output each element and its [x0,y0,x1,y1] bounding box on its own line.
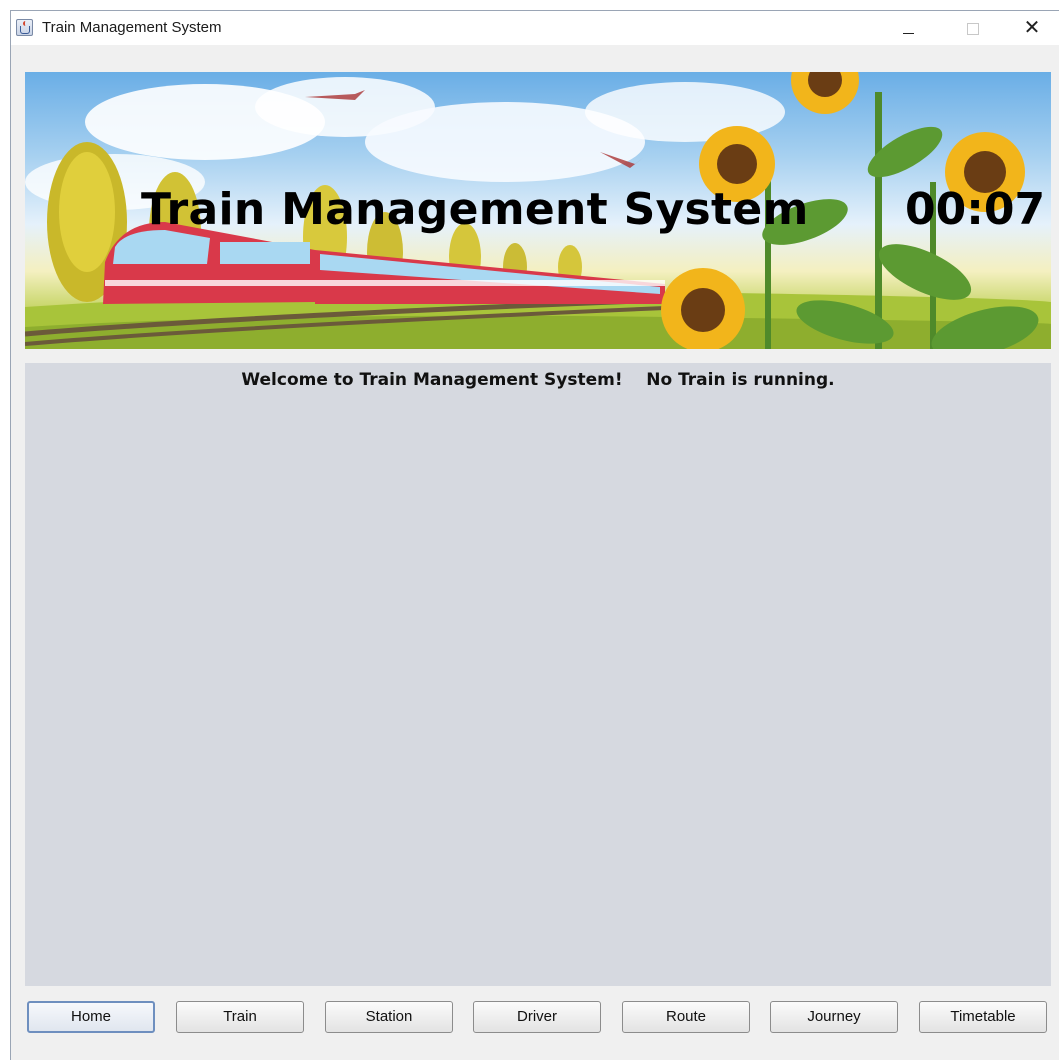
driver-button[interactable]: Driver [473,1001,601,1033]
minimize-icon [903,33,914,34]
title-bar[interactable]: Train Management System ✕ [11,11,1059,45]
minimize-button[interactable] [885,11,931,45]
close-icon: ✕ [1023,17,1041,39]
timetable-button[interactable]: Timetable [919,1001,1047,1033]
java-app-icon[interactable] [16,19,33,36]
banner-title: Train Management System [141,184,809,235]
route-button[interactable]: Route [622,1001,750,1033]
close-button[interactable]: ✕ [1009,11,1055,45]
status-message: Welcome to Train Management System! No T… [241,370,835,390]
journey-button[interactable]: Journey [770,1001,898,1033]
navigation-bar: Home Train Station Driver Route Journey … [25,999,1051,1043]
home-button[interactable]: Home [27,1001,155,1033]
app-window: Train Management System ✕ Train Manageme… [10,10,1059,1060]
train-button[interactable]: Train [176,1001,304,1033]
maximize-button[interactable] [951,11,997,45]
main-content-panel: Welcome to Train Management System! No T… [25,363,1051,986]
window-title: Train Management System [42,19,222,36]
clock-display: 00:07 [905,184,1046,235]
header-banner: Train Management System 00:07 [25,72,1051,349]
maximize-icon [967,23,979,35]
station-button[interactable]: Station [325,1001,453,1033]
